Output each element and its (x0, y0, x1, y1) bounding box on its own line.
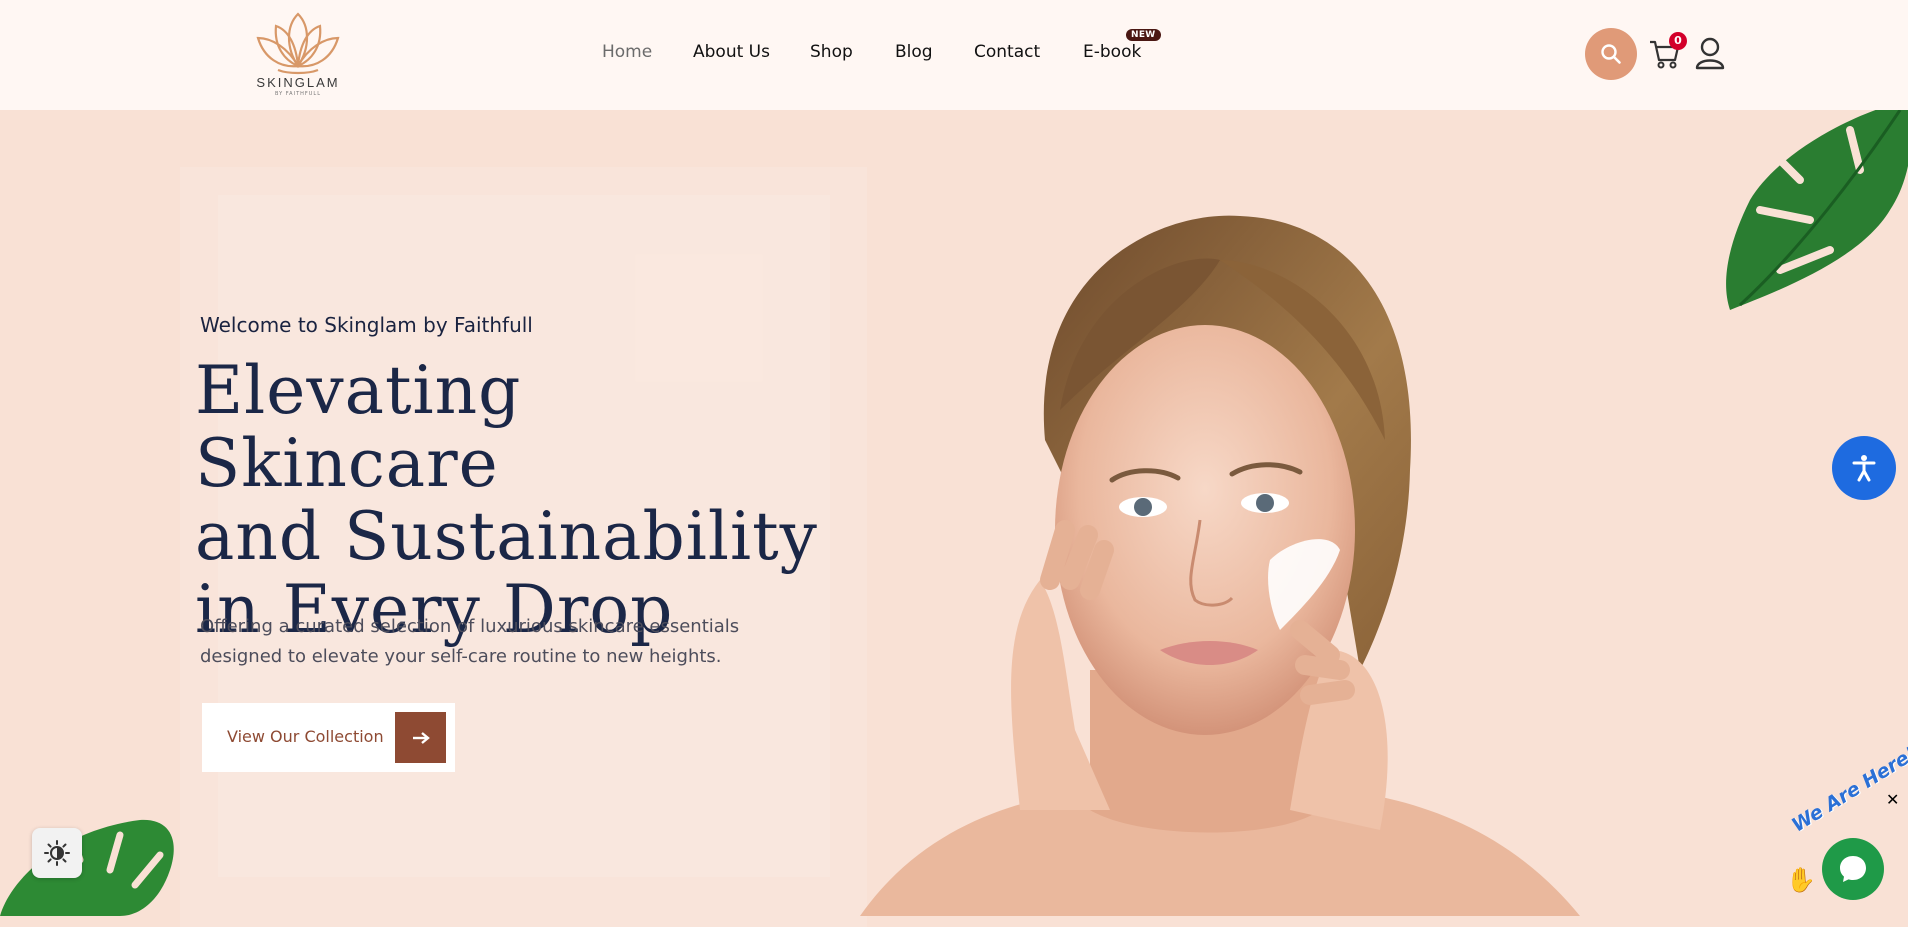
hero-headline-line-1: Elevating Skincare (195, 352, 522, 502)
hero-model-image (860, 215, 1580, 916)
hero-description: Offering a curated selection of luxuriou… (200, 616, 740, 667)
monstera-leaf-top (1726, 110, 1908, 310)
cta-arrow-box (395, 712, 446, 763)
chat-icon (1840, 856, 1866, 882)
lotus-logo-icon (256, 12, 340, 75)
arrow-right-icon (412, 731, 430, 744)
brand-name: SKINGLAM (256, 75, 340, 90)
view-collection-button[interactable]: View Our Collection (202, 703, 455, 772)
search-icon (1601, 44, 1621, 64)
brand-subtitle: BY FAITHFULL (274, 91, 322, 97)
contrast-icon (44, 840, 70, 866)
nav-about-us[interactable]: About Us (693, 42, 770, 62)
hero-headline-line-2: and Sustainability (195, 498, 818, 575)
contrast-toggle-button[interactable] (32, 828, 82, 878)
view-collection-label: View Our Collection (227, 727, 384, 746)
search-button[interactable] (1585, 28, 1637, 80)
hero-headline: Elevating Skincare and Sustainability in… (195, 354, 835, 646)
chat-button[interactable] (1822, 838, 1884, 900)
nav-shop[interactable]: Shop (810, 42, 853, 62)
chat-close-button[interactable]: ✕ (1886, 792, 1899, 808)
accessibility-button[interactable] (1832, 436, 1896, 500)
account-button[interactable] (1694, 36, 1726, 70)
new-badge: NEW (1126, 29, 1161, 41)
cart-count-badge: 0 (1669, 32, 1687, 50)
user-icon (1695, 37, 1725, 70)
accessibility-icon (1852, 455, 1876, 482)
nav-home[interactable]: Home (602, 42, 652, 62)
hero-welcome: Welcome to Skinglam by Faithfull (200, 313, 533, 337)
nav-ebook[interactable]: E-book (1083, 42, 1141, 62)
nav-blog[interactable]: Blog (895, 42, 933, 62)
brand-logo[interactable]: SKINGLAM BY FAITHFULL (248, 8, 348, 100)
site-header: SKINGLAM BY FAITHFULL Home About Us Shop… (0, 0, 1908, 111)
hand-icon: ✋ (1786, 866, 1816, 894)
nav-contact[interactable]: Contact (974, 42, 1040, 62)
